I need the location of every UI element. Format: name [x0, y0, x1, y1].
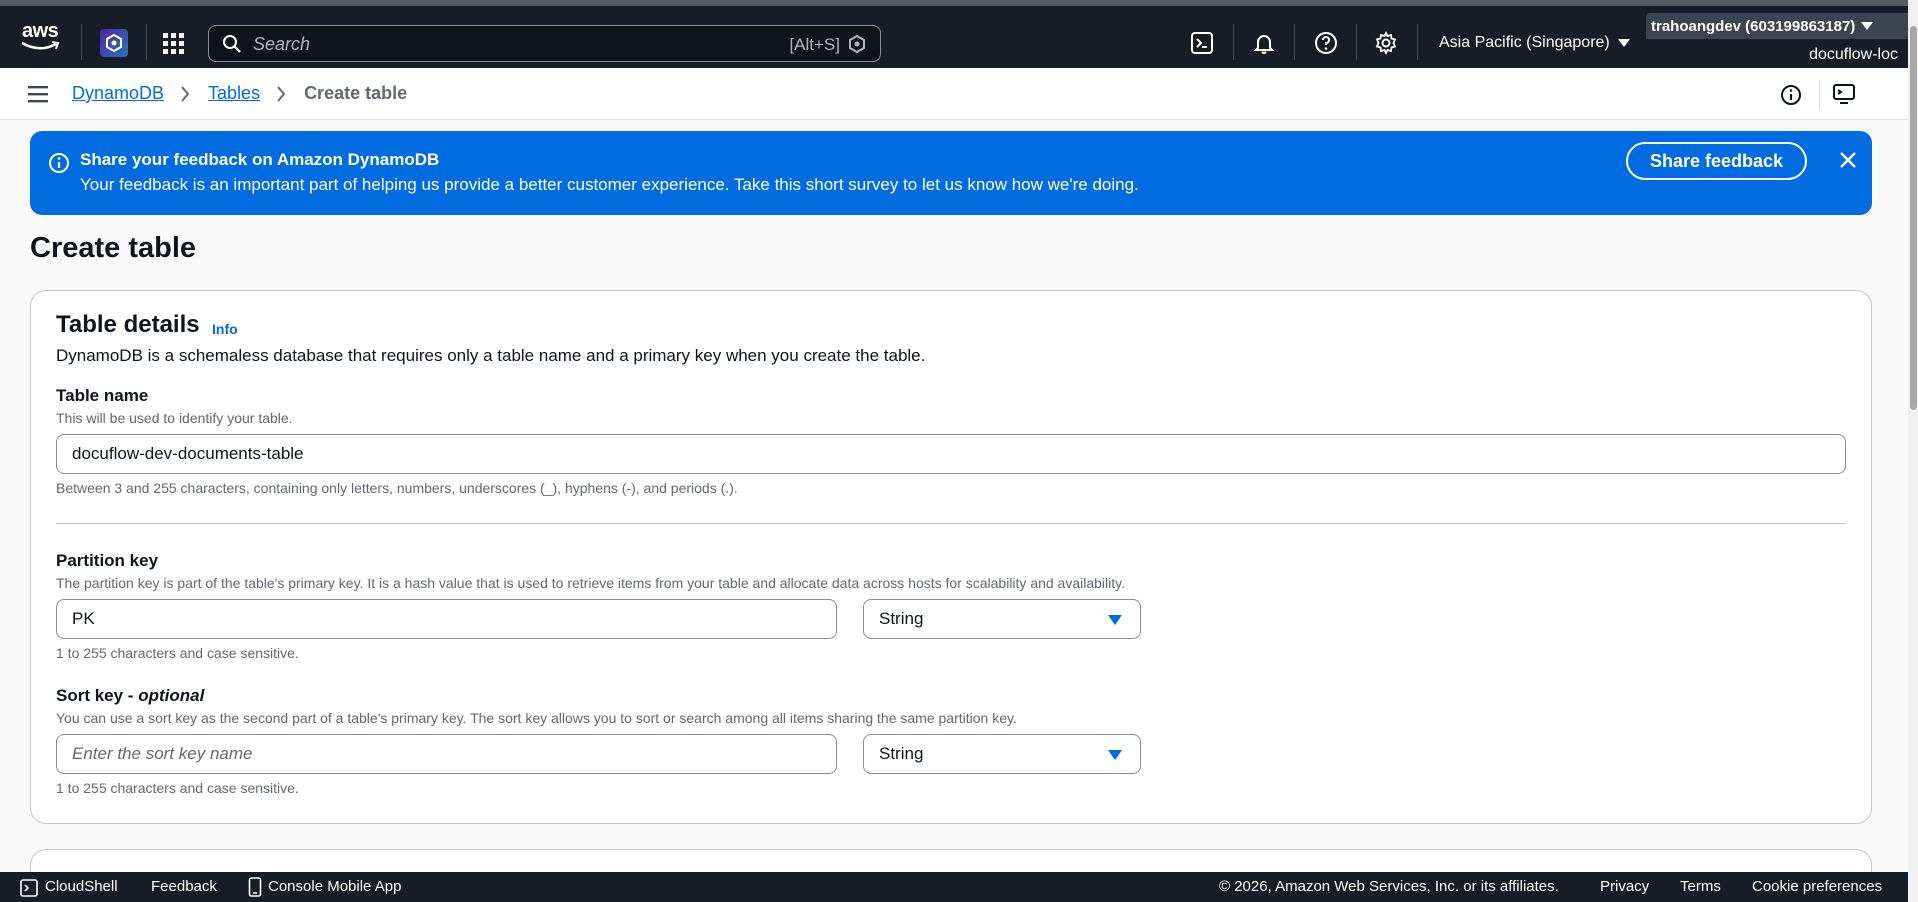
- table-name-value: docuflow-dev-documents-table: [72, 444, 304, 463]
- caret-down-icon: [1108, 615, 1122, 625]
- partition-key-input[interactable]: PK: [56, 599, 837, 639]
- aws-logo-icon[interactable]: aws: [20, 20, 62, 54]
- breadcrumb-bar: DynamoDB Tables Create table: [0, 68, 1908, 120]
- partition-key-description: The partition key is part of the table's…: [56, 575, 1125, 591]
- mobile-icon: [248, 877, 262, 897]
- table-name-input[interactable]: docuflow-dev-documents-table: [56, 434, 1846, 474]
- breadcrumb-current: Create table: [304, 83, 408, 103]
- caret-down-icon: [1617, 39, 1630, 47]
- monitor-icon[interactable]: [1832, 82, 1856, 106]
- nav-divider: [81, 24, 82, 60]
- partition-key-label: Partition key: [56, 551, 159, 570]
- nav-divider: [1417, 24, 1418, 60]
- close-icon[interactable]: [1838, 150, 1858, 170]
- table-details-container: Table details Info DynamoDB is a schemal…: [30, 290, 1872, 824]
- info-link[interactable]: Info: [212, 321, 238, 337]
- caret-down-icon: [1108, 750, 1122, 760]
- info-icon: [49, 153, 69, 173]
- partition-key-constraint: 1 to 255 characters and case sensitive.: [56, 645, 299, 661]
- cloudshell-icon: [20, 879, 38, 897]
- feedback-banner: Share your feedback on Amazon DynamoDB Y…: [30, 131, 1872, 215]
- chevron-right-icon: [277, 85, 286, 102]
- info-icon[interactable]: [1780, 84, 1802, 106]
- console-footer: CloudShell Feedback Console Mobile App ©…: [0, 872, 1908, 902]
- account-label: trahoangdev (603199863187): [1651, 17, 1856, 35]
- account-menu[interactable]: trahoangdev (603199863187): [1646, 13, 1916, 39]
- footer-privacy[interactable]: Privacy: [1600, 878, 1649, 895]
- chevron-right-icon: [181, 85, 190, 102]
- sort-key-input[interactable]: Enter the sort key name: [56, 734, 837, 774]
- breadcrumb: DynamoDB Tables Create table: [72, 83, 407, 104]
- sort-key-type-value: String: [879, 744, 924, 763]
- footer-cookie-preferences[interactable]: Cookie preferences: [1752, 878, 1882, 895]
- page-scrollbar[interactable]: [1908, 0, 1918, 902]
- table-name-description: This will be used to identify your table…: [56, 410, 293, 426]
- bell-icon[interactable]: [1252, 31, 1276, 55]
- amazon-q-icon: [849, 35, 865, 53]
- breadcrumb-dynamodb[interactable]: DynamoDB: [72, 83, 164, 104]
- table-name-constraint: Between 3 and 255 characters, containing…: [56, 480, 738, 496]
- region-selector[interactable]: Asia Pacific (Singapore): [1439, 34, 1630, 52]
- share-feedback-button[interactable]: Share feedback: [1626, 142, 1807, 180]
- gear-icon[interactable]: [1374, 31, 1398, 55]
- footer-mobile-app[interactable]: Console Mobile App: [268, 878, 401, 895]
- top-navigation: aws Search [Alt+S] Asia Pacific (Singapo…: [0, 0, 1918, 68]
- section-title: Table details: [56, 311, 200, 338]
- footer-feedback[interactable]: Feedback: [151, 878, 217, 895]
- breadcrumb-tables[interactable]: Tables: [208, 83, 260, 104]
- caret-down-icon: [1861, 22, 1874, 30]
- apps-grid-icon[interactable]: [163, 33, 187, 55]
- nav-divider: [1233, 24, 1234, 60]
- nav-divider: [1294, 24, 1295, 60]
- partition-key-type-value: String: [879, 609, 924, 628]
- nav-divider: [146, 24, 147, 60]
- search-icon: [223, 35, 241, 53]
- menu-icon[interactable]: [28, 84, 50, 104]
- cloudshell-icon[interactable]: [1190, 31, 1214, 55]
- dynamodb-service-icon[interactable]: [100, 29, 128, 57]
- footer-cloudshell[interactable]: CloudShell: [45, 878, 118, 895]
- search-input[interactable]: Search [Alt+S]: [208, 25, 881, 62]
- account-alias: docuflow-loc: [1809, 46, 1898, 63]
- sort-key-placeholder: Enter the sort key name: [72, 744, 253, 763]
- sort-key-type-select[interactable]: String: [863, 734, 1141, 774]
- section-description: DynamoDB is a schemaless database that r…: [56, 346, 926, 365]
- partition-key-value: PK: [72, 609, 95, 628]
- sort-key-constraint: 1 to 255 characters and case sensitive.: [56, 780, 299, 796]
- table-name-label: Table name: [56, 386, 149, 405]
- search-shortcut: [Alt+S]: [789, 35, 840, 54]
- page-title: Create table: [30, 232, 197, 264]
- banner-title: Share your feedback on Amazon DynamoDB: [80, 150, 440, 169]
- footer-terms[interactable]: Terms: [1680, 878, 1721, 895]
- help-icon[interactable]: [1314, 31, 1338, 55]
- toolbar-divider: [1819, 80, 1820, 110]
- sort-key-optional: optional: [138, 686, 205, 705]
- partition-key-type-select[interactable]: String: [863, 599, 1141, 639]
- section-divider: [56, 523, 1846, 524]
- search-placeholder: Search: [253, 34, 311, 54]
- banner-body: Your feedback is an important part of he…: [80, 175, 1139, 194]
- region-label: Asia Pacific (Singapore): [1439, 34, 1610, 51]
- sort-key-label: Sort key - optional: [56, 686, 204, 706]
- sort-key-label-text: Sort key -: [56, 686, 139, 705]
- scrollbar-thumb[interactable]: [1910, 26, 1917, 410]
- nav-divider: [1356, 24, 1357, 60]
- sort-key-description: You can use a sort key as the second par…: [56, 710, 1017, 726]
- footer-copyright: © 2026, Amazon Web Services, Inc. or its…: [1219, 878, 1559, 895]
